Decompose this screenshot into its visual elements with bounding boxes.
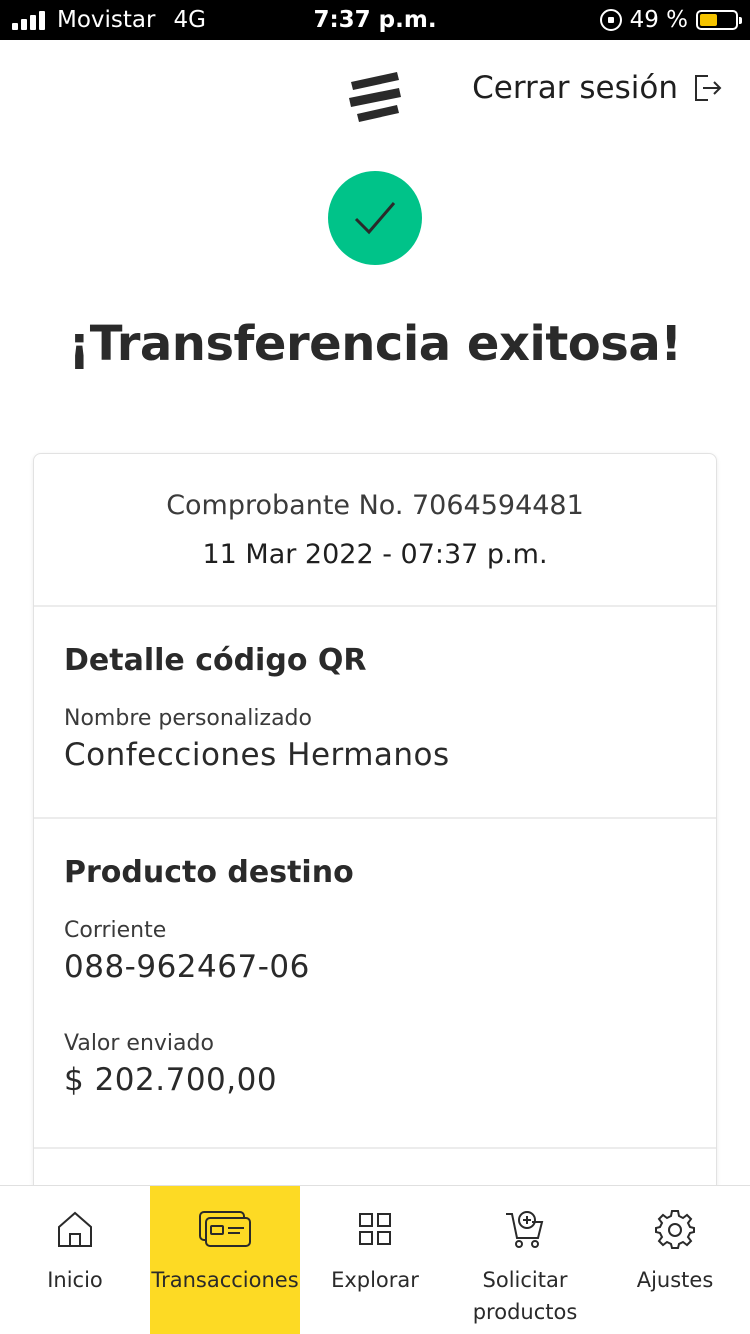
nav-label-explorar: Explorar <box>331 1268 419 1292</box>
nav-label-transacciones: Transacciones <box>151 1268 299 1292</box>
receipt-date: 11 Mar 2022 - 07:37 p.m. <box>202 539 548 570</box>
custom-name-label: Nombre personalizado <box>64 706 312 731</box>
grid-icon <box>359 1213 391 1245</box>
success-badge <box>328 171 422 265</box>
nav-item-solicitar-productos[interactable]: Solicitar productos <box>450 1186 600 1334</box>
logout-label: Cerrar sesión <box>472 70 678 106</box>
nav-item-inicio[interactable]: Inicio <box>0 1186 150 1334</box>
bank-logo <box>349 72 401 122</box>
custom-name-value: Confecciones Hermanos <box>64 737 450 773</box>
logout-button[interactable]: Cerrar sesión <box>472 70 722 106</box>
nav-item-explorar[interactable]: Explorar <box>300 1186 450 1334</box>
cards-icon <box>199 1211 251 1247</box>
bottom-nav: Inicio Transacciones Explorar Solicitar … <box>0 1185 750 1334</box>
nav-label-solicitar-productos: Solicitar productos <box>472 1268 578 1324</box>
page-title: ¡Transferencia exitosa! <box>68 316 682 372</box>
battery-percent: 49 % <box>629 7 688 33</box>
receipt-card: Comprobante No. 7064594481 11 Mar 2022 -… <box>33 453 717 1273</box>
nav-label-ajustes: Ajustes <box>636 1268 714 1292</box>
nav-item-transacciones[interactable]: Transacciones <box>150 1186 300 1334</box>
account-number: 088-962467-06 <box>64 949 310 985</box>
receipt-header: Comprobante No. 7064594481 11 Mar 2022 -… <box>34 454 716 607</box>
amount-value: $ 202.700,00 <box>64 1062 278 1098</box>
home-icon <box>58 1211 92 1247</box>
qr-detail-section: Detalle código QR Nombre personalizado C… <box>34 607 716 819</box>
nav-label-inicio: Inicio <box>47 1268 103 1292</box>
logout-icon <box>695 75 722 101</box>
receipt-number: Comprobante No. 7064594481 <box>166 490 584 521</box>
battery-level <box>700 14 717 26</box>
gear-icon <box>655 1210 695 1249</box>
cart-add-icon <box>506 1211 544 1248</box>
destination-section: Producto destino Corriente 088-962467-06… <box>34 819 716 1149</box>
status-bar: Movistar 4G 7:37 p.m. 49 % <box>0 0 750 40</box>
qr-detail-heading: Detalle código QR <box>64 643 367 678</box>
nav-item-ajustes[interactable]: Ajustes <box>600 1186 750 1334</box>
account-type-label: Corriente <box>64 918 167 943</box>
status-right: 49 % <box>599 0 742 40</box>
destination-heading: Producto destino <box>64 855 354 890</box>
battery-icon <box>696 10 742 30</box>
amount-label: Valor enviado <box>64 1031 214 1056</box>
rotation-lock-icon <box>599 9 622 31</box>
check-icon <box>354 202 396 235</box>
